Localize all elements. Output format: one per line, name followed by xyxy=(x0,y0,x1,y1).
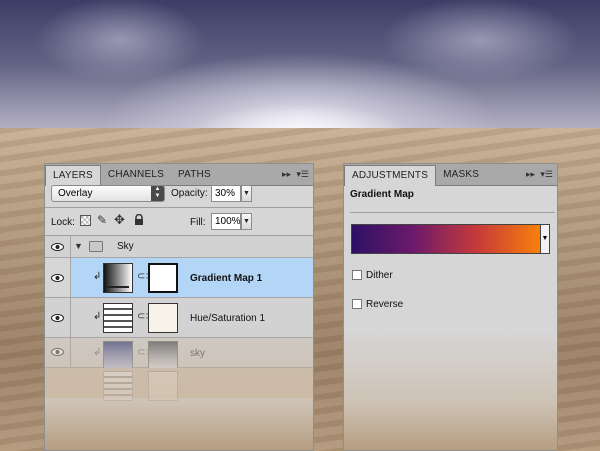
panel-menu-button[interactable]: ▾☰ xyxy=(540,168,553,180)
tab-adjustments[interactable]: ADJUSTMENTS xyxy=(344,165,437,186)
folder-icon xyxy=(89,241,103,252)
blend-mode-select[interactable]: Overlay ▲ ▼ xyxy=(51,185,165,202)
layer-name: sky xyxy=(190,348,205,359)
dither-checkbox[interactable] xyxy=(352,270,362,280)
select-arrows-icon: ▲ ▼ xyxy=(151,186,164,201)
fill-dropdown-button[interactable]: ▼ xyxy=(241,213,252,230)
fill-value: 100% xyxy=(215,216,241,227)
clipping-arrow-icon: ↲ xyxy=(93,271,102,282)
layer-sky-image[interactable]: ↲ ⊂⊃ sky xyxy=(45,338,313,371)
layers-panel: LAYERS CHANNELS PATHS ▸▸ ▾☰ Overlay ▲ ▼ O… xyxy=(44,163,314,451)
visibility-toggle[interactable] xyxy=(45,338,71,367)
blend-mode-value: Overlay xyxy=(58,188,93,199)
eye-icon xyxy=(51,243,64,251)
clipping-arrow-icon: ↲ xyxy=(93,311,102,322)
divider xyxy=(350,212,555,213)
layer-group-sky[interactable]: ▼ Sky xyxy=(45,236,313,258)
layer-thumbnail xyxy=(103,371,133,401)
eye-icon xyxy=(51,314,64,322)
collapse-panel-button[interactable]: ▸▸ xyxy=(282,168,291,180)
eye-icon xyxy=(51,348,64,356)
layer-mask-thumbnail[interactable] xyxy=(148,341,178,371)
slider-icon xyxy=(107,286,129,288)
opacity-input[interactable]: 30% xyxy=(211,185,241,202)
dither-label: Dither xyxy=(366,270,393,281)
tab-channels[interactable]: CHANNELS xyxy=(101,165,171,185)
layer-hue-saturation-1[interactable]: ↲ ⊂⊃ Hue/Saturation 1 xyxy=(45,298,313,338)
reverse-checkbox[interactable] xyxy=(352,299,362,309)
divider xyxy=(45,207,313,208)
collapse-panel-button[interactable]: ▸▸ xyxy=(526,168,535,180)
layer-mask-thumbnail[interactable] xyxy=(148,263,178,293)
lock-image-pixels-icon[interactable]: ✎ xyxy=(97,213,107,227)
layer-mask-thumbnail xyxy=(148,371,178,401)
lock-all-icon[interactable] xyxy=(134,214,144,226)
tab-masks[interactable]: MASKS xyxy=(436,165,486,185)
layer-partial xyxy=(45,368,313,401)
visibility-toggle[interactable] xyxy=(45,258,71,297)
visibility-toggle[interactable] xyxy=(45,298,71,337)
layer-gradient-map-1[interactable]: ↲ ⊂⊃ Gradient Map 1 xyxy=(45,258,313,298)
layer-name: Hue/Saturation 1 xyxy=(190,313,266,324)
hue-saturation-adjustment-thumbnail[interactable] xyxy=(103,303,133,333)
fill-input[interactable]: 100% xyxy=(211,213,241,230)
clipping-arrow-icon: ↲ xyxy=(93,347,102,358)
layer-mask-thumbnail[interactable] xyxy=(148,303,178,333)
tab-layers[interactable]: LAYERS xyxy=(45,165,101,186)
tab-paths[interactable]: PATHS xyxy=(171,165,218,185)
gradient-picker-dropdown[interactable]: ▼ xyxy=(541,224,550,254)
panel-menu-button[interactable]: ▾☰ xyxy=(296,168,309,180)
adjustment-title: Gradient Map xyxy=(350,189,414,200)
opacity-value: 30% xyxy=(215,188,236,199)
reverse-label: Reverse xyxy=(366,299,404,310)
reflection-fade xyxy=(344,330,557,450)
visibility-toggle[interactable] xyxy=(45,236,71,257)
adjustments-panel: ADJUSTMENTS MASKS ▸▸ ▾☰ Gradient Map ▼ D… xyxy=(343,163,558,451)
sky-image-thumbnail[interactable] xyxy=(103,341,133,371)
layer-name: Gradient Map 1 xyxy=(190,273,263,284)
group-expand-triangle-icon[interactable]: ▼ xyxy=(74,241,83,251)
layers-tabbar: LAYERS CHANNELS PATHS ▸▸ ▾☰ xyxy=(45,164,313,186)
gradient-map-adjustment-thumbnail[interactable] xyxy=(103,263,133,293)
gradient-editor-bar[interactable] xyxy=(351,224,541,254)
lock-transparent-pixels-icon[interactable] xyxy=(80,215,91,226)
layer-name: Sky xyxy=(117,241,134,252)
opacity-dropdown-button[interactable]: ▼ xyxy=(241,185,252,202)
eye-icon xyxy=(51,274,64,282)
lock-position-icon[interactable]: ✥ xyxy=(114,212,125,228)
adjustments-tabbar: ADJUSTMENTS MASKS ▸▸ ▾☰ xyxy=(344,164,557,186)
